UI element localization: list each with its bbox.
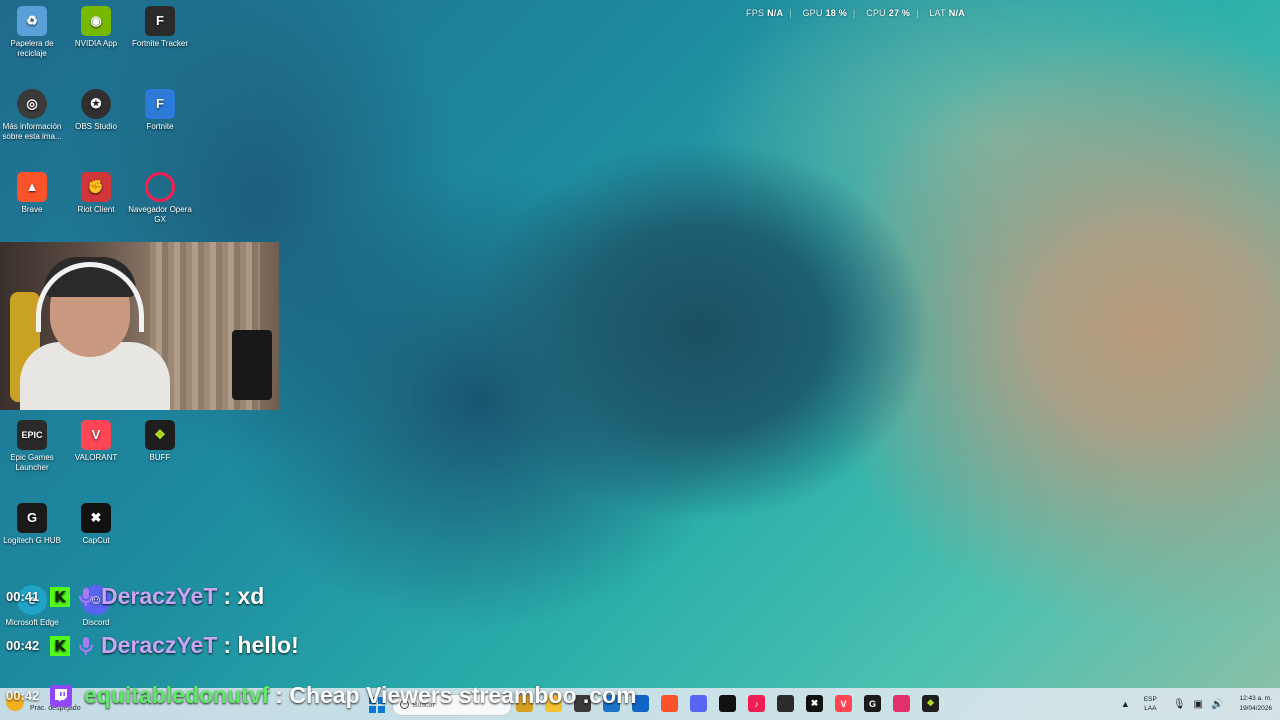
performance-overlay: FPS N/A | GPU 18 % | CPU 27 % | LAT N/A: [746, 8, 965, 18]
microphone-tray-icon[interactable]: 🎙: [1173, 699, 1186, 710]
kick-badge-icon: K: [50, 635, 70, 656]
chat-username: equitabledonutvf: [84, 682, 270, 708]
desktop-icon-obs-studio[interactable]: ✪ OBS Studio: [64, 83, 128, 132]
capcut-icon: ✖: [81, 503, 111, 533]
desktop-icon-label: VALORANT: [74, 453, 118, 462]
chat-timestamp: 00:42: [6, 638, 40, 653]
twitch-chat-message: 00:42 equitabledonutvf : Cheap Viewers s…: [6, 682, 637, 709]
chat-text: : Cheap Viewers streamboo .com: [275, 682, 637, 708]
desktop-icon-nvidia-app[interactable]: ◉ NVIDIA App: [64, 0, 128, 49]
capcut-taskbar-icon[interactable]: ✖: [806, 695, 823, 712]
show-hidden-icons-chevron-icon[interactable]: ▲: [1121, 699, 1130, 709]
fps-value: N/A: [767, 8, 784, 18]
chat-username: DeraczYeT: [101, 632, 218, 658]
microphone-badge-icon: [75, 635, 97, 657]
kick-taskbar-icon[interactable]: [893, 695, 910, 712]
chat-message: 00:42 K DeraczYeT : hello!: [6, 632, 299, 659]
microphone-badge-icon: [75, 586, 97, 608]
desktop-icon-epic-games[interactable]: EPIC Epic Games Launcher: [0, 414, 64, 473]
desktop-icon-label: Riot Client: [77, 205, 115, 214]
info-icon: ◎: [17, 89, 47, 119]
desktop-icon-label: NVIDIA App: [74, 39, 118, 48]
desktop-icon-valorant[interactable]: V VALORANT: [64, 414, 128, 463]
fps-label: FPS: [746, 8, 765, 18]
chat-message: 00:41 K DeraczYeT : xd: [6, 583, 264, 610]
desktop-icon-label: Más información sobre esta ima...: [2, 122, 62, 141]
chat-timestamp: 00:41: [6, 589, 40, 604]
epic-games-icon: EPIC: [17, 420, 47, 450]
chat-username: DeraczYeT: [101, 583, 218, 609]
system-clock[interactable]: 12:43 a. m. 19/04/2026: [1239, 694, 1272, 714]
desktop-icon-label: Microsoft Edge: [5, 618, 59, 627]
desktop-icon-recycle-bin[interactable]: ♻ Papelera de reciclaje: [0, 0, 64, 59]
lat-label: LAT: [929, 8, 946, 18]
lat-value: N/A: [948, 8, 965, 18]
desktop-icon-label: Brave: [21, 205, 43, 214]
cpu-label: CPU: [866, 8, 886, 18]
keyboard-layout-code: LAA: [1144, 705, 1157, 712]
desktop-icon-image-info[interactable]: ◎ Más información sobre esta ima...: [0, 83, 64, 142]
desktop-icon-label: OBS Studio: [75, 122, 117, 131]
buff-taskbar-icon[interactable]: ❖: [922, 695, 939, 712]
desktop-icon-label: Fortnite: [146, 122, 174, 131]
volume-tray-icon[interactable]: 🔊: [1211, 699, 1223, 710]
gpu-value: 18 %: [825, 8, 847, 18]
obs-taskbar-icon[interactable]: [777, 695, 794, 712]
desktop-icon-label: Discord: [82, 618, 110, 627]
logitech-icon: G: [17, 503, 47, 533]
desktop-icon-opera-gx[interactable]: Navegador Opera GX: [128, 166, 192, 225]
logitech-taskbar-icon[interactable]: G: [864, 695, 881, 712]
tiktok-icon[interactable]: ♪: [748, 695, 765, 712]
desktop-icon-fortnite-tracker[interactable]: F Fortnite Tracker: [128, 0, 192, 49]
chat-text: : xd: [223, 583, 265, 609]
language-indicator[interactable]: ESP LAA: [1144, 695, 1157, 713]
tiktok-studio-icon[interactable]: [719, 695, 736, 712]
desktop-icon-capcut[interactable]: ✖ CapCut: [64, 497, 128, 546]
nvidia-icon: ◉: [81, 6, 111, 36]
chat-timestamp: 00:42: [6, 688, 40, 703]
desktop-icon-logitech-g-hub[interactable]: G Logitech G HUB: [0, 497, 64, 546]
desktop-icon-buff[interactable]: ❖ BUFF: [128, 414, 192, 463]
kick-badge-icon: K: [50, 586, 70, 607]
brave-icon: ▲: [17, 172, 47, 202]
desktop-icon-label: BUFF: [149, 453, 171, 462]
desktop-icon-label: Logitech G HUB: [3, 536, 61, 545]
chat-text: : hello!: [223, 632, 299, 658]
discord-taskbar-icon[interactable]: [690, 695, 707, 712]
fortnite-icon: F: [145, 89, 175, 119]
clock-time: 12:43 a. m.: [1239, 695, 1272, 702]
network-tray-icon[interactable]: ▣: [1194, 699, 1203, 710]
desktop-icon-label: Papelera de reciclaje: [10, 39, 54, 58]
webcam-feed: [0, 242, 279, 410]
recycle-bin-icon: ♻: [17, 6, 47, 36]
buff-icon: ❖: [145, 420, 175, 450]
twitch-badge-icon: [50, 684, 72, 707]
desktop-icon-label: CapCut: [82, 536, 110, 545]
cpu-value: 27 %: [888, 8, 911, 18]
desktop-icon-label: Epic Games Launcher: [10, 453, 54, 472]
desktop-icon-fortnite[interactable]: F Fortnite: [128, 83, 192, 132]
desktop-icon-label: Fortnite Tracker: [131, 39, 188, 48]
obs-icon: ✪: [81, 89, 111, 119]
riot-client-icon: ✊: [81, 172, 111, 202]
valorant-icon: V: [81, 420, 111, 450]
desktop-icon-riot-client[interactable]: ✊ Riot Client: [64, 166, 128, 215]
valorant-taskbar-icon[interactable]: V: [835, 695, 852, 712]
desktop-icon-brave[interactable]: ▲ Brave: [0, 166, 64, 215]
gpu-label: GPU: [802, 8, 823, 18]
language-code: ESP: [1143, 696, 1157, 703]
opera-gx-icon: [145, 172, 175, 202]
brave-taskbar-icon[interactable]: [661, 695, 678, 712]
desktop-icon-label: Navegador Opera GX: [128, 205, 192, 224]
fortnite-tracker-icon: F: [145, 6, 175, 36]
system-tray: ▲ ESP LAA 🎙 ▣ 🔊 12:43 a. m. 19/04/2026: [1121, 688, 1272, 720]
clock-date: 19/04/2026: [1239, 705, 1272, 712]
